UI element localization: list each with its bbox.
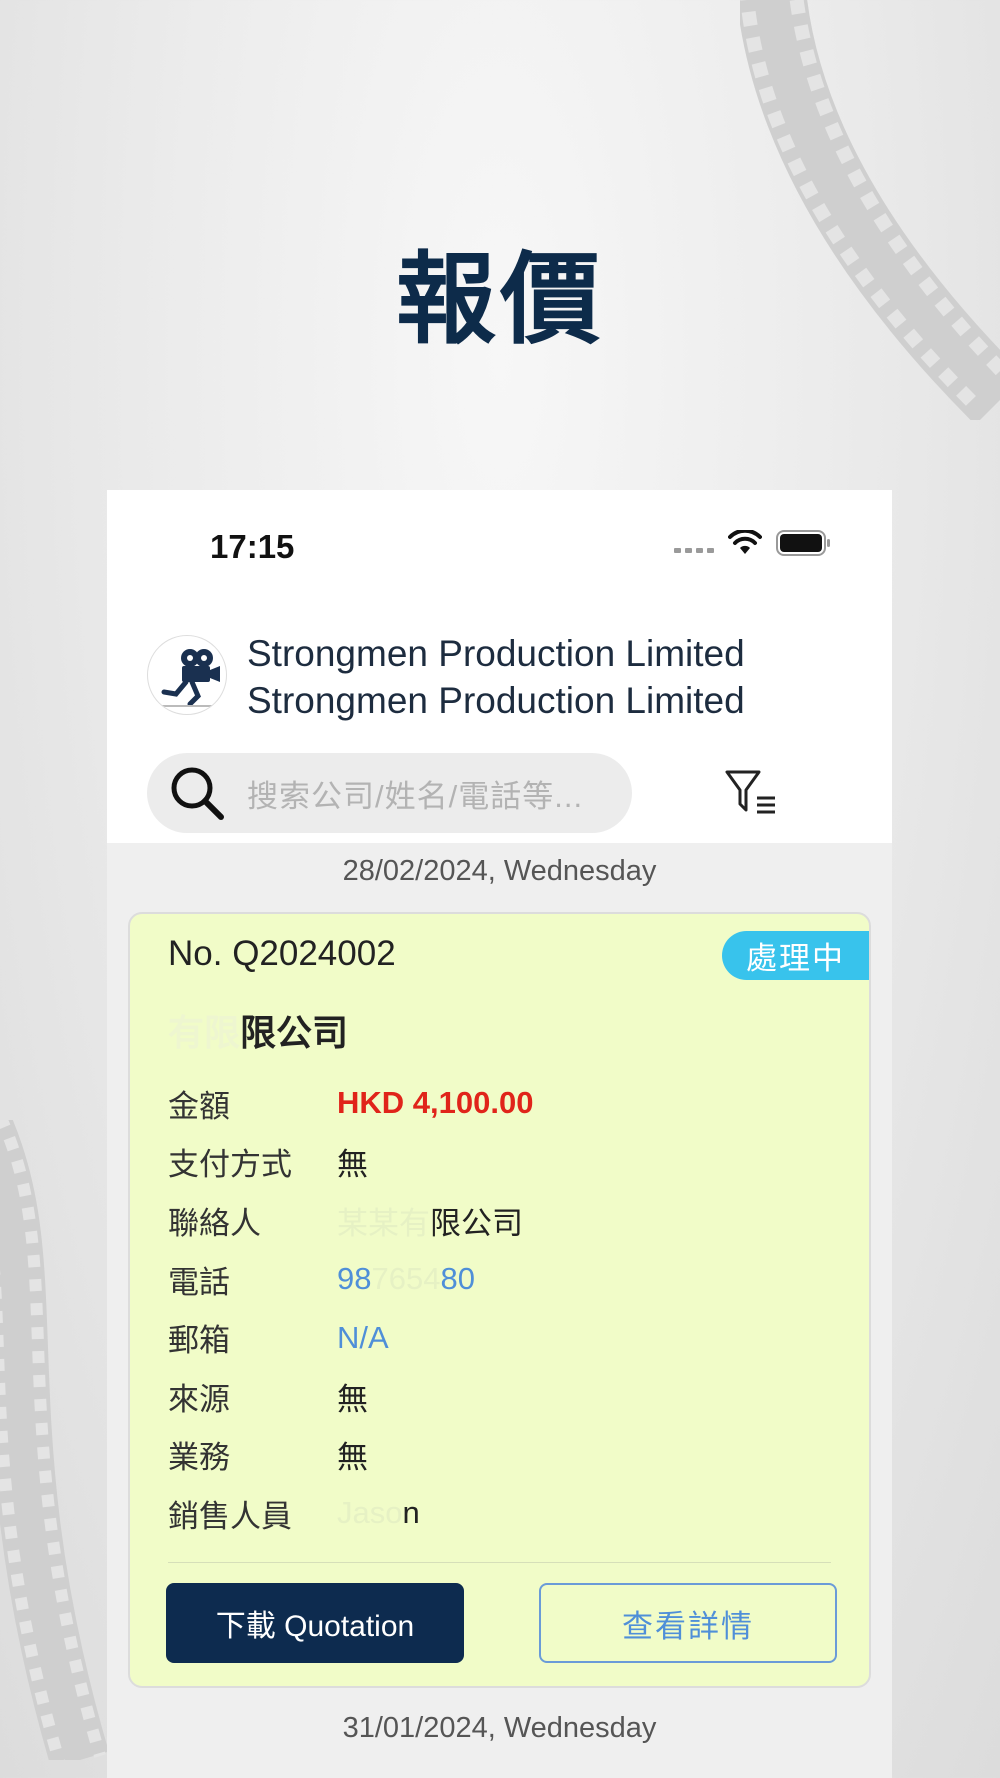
company-name-line1: Strongmen Production Limited: [247, 633, 745, 674]
detail-row-amount: 金額 HKD 4,100.00: [168, 1085, 534, 1124]
detail-row-business: 業務 無: [168, 1440, 368, 1476]
detail-row-payment-method: 支付方式 無: [168, 1147, 368, 1183]
wifi-icon: [728, 530, 762, 554]
battery-icon: [776, 530, 830, 556]
search-icon: [171, 767, 224, 820]
detail-row-email[interactable]: 郵箱 N/A: [168, 1308, 533, 1367]
company-name: Strongmen Production Limited Strongmen P…: [247, 630, 745, 724]
status-badge: 處理中: [722, 931, 869, 980]
search-input[interactable]: 搜索公司/姓名/電話等...: [147, 753, 632, 833]
search-placeholder: 搜索公司/姓名/電話等...: [247, 778, 584, 814]
phone-screenshot: 17:15 Strongmen Production Limited Stron…: [107, 490, 892, 1778]
date-group-header: 31/01/2024, Wednesday: [342, 1712, 657, 1744]
filter-icon[interactable]: [725, 768, 779, 818]
company-logo: [147, 635, 227, 715]
amount-value: HKD 4,100.00: [337, 1085, 534, 1121]
quotation-card[interactable]: No. Q2024002 處理中 有限限公司 金額 HKD 4,100.00 支…: [128, 912, 871, 1688]
status-icons: [674, 530, 832, 556]
phone-link: 98765480: [337, 1261, 475, 1297]
status-bar: 17:15: [107, 490, 892, 600]
quotation-number: No. Q2024002: [168, 934, 396, 973]
detail-row-salesperson: 銷售人員 Jason: [168, 1495, 420, 1534]
status-time: 17:15: [210, 528, 295, 565]
detail-row-contact: 聯絡人 某某有限公司: [168, 1205, 523, 1241]
customer-company-name: 有限限公司: [168, 1012, 349, 1053]
promo-title: 報價: [396, 241, 604, 358]
card-divider: [168, 1562, 831, 1563]
detail-row-phone[interactable]: 電話 98765480: [168, 1250, 533, 1309]
signal-icon: [674, 547, 714, 553]
email-link: N/A: [337, 1319, 389, 1355]
detail-row-source: 來源 無: [168, 1381, 368, 1417]
view-details-button[interactable]: 查看詳情: [539, 1583, 837, 1663]
date-group-header: 28/02/2024, Wednesday: [342, 855, 657, 887]
download-quotation-button[interactable]: 下載 Quotation: [166, 1583, 464, 1663]
app-header: Strongmen Production Limited Strongmen P…: [107, 600, 892, 843]
quotation-details: 金額 HKD 4,100.00 支付方式 無 聯絡人 某某有限公司 電話 987…: [168, 1074, 533, 1543]
company-name-line2: Strongmen Production Limited: [247, 680, 745, 721]
